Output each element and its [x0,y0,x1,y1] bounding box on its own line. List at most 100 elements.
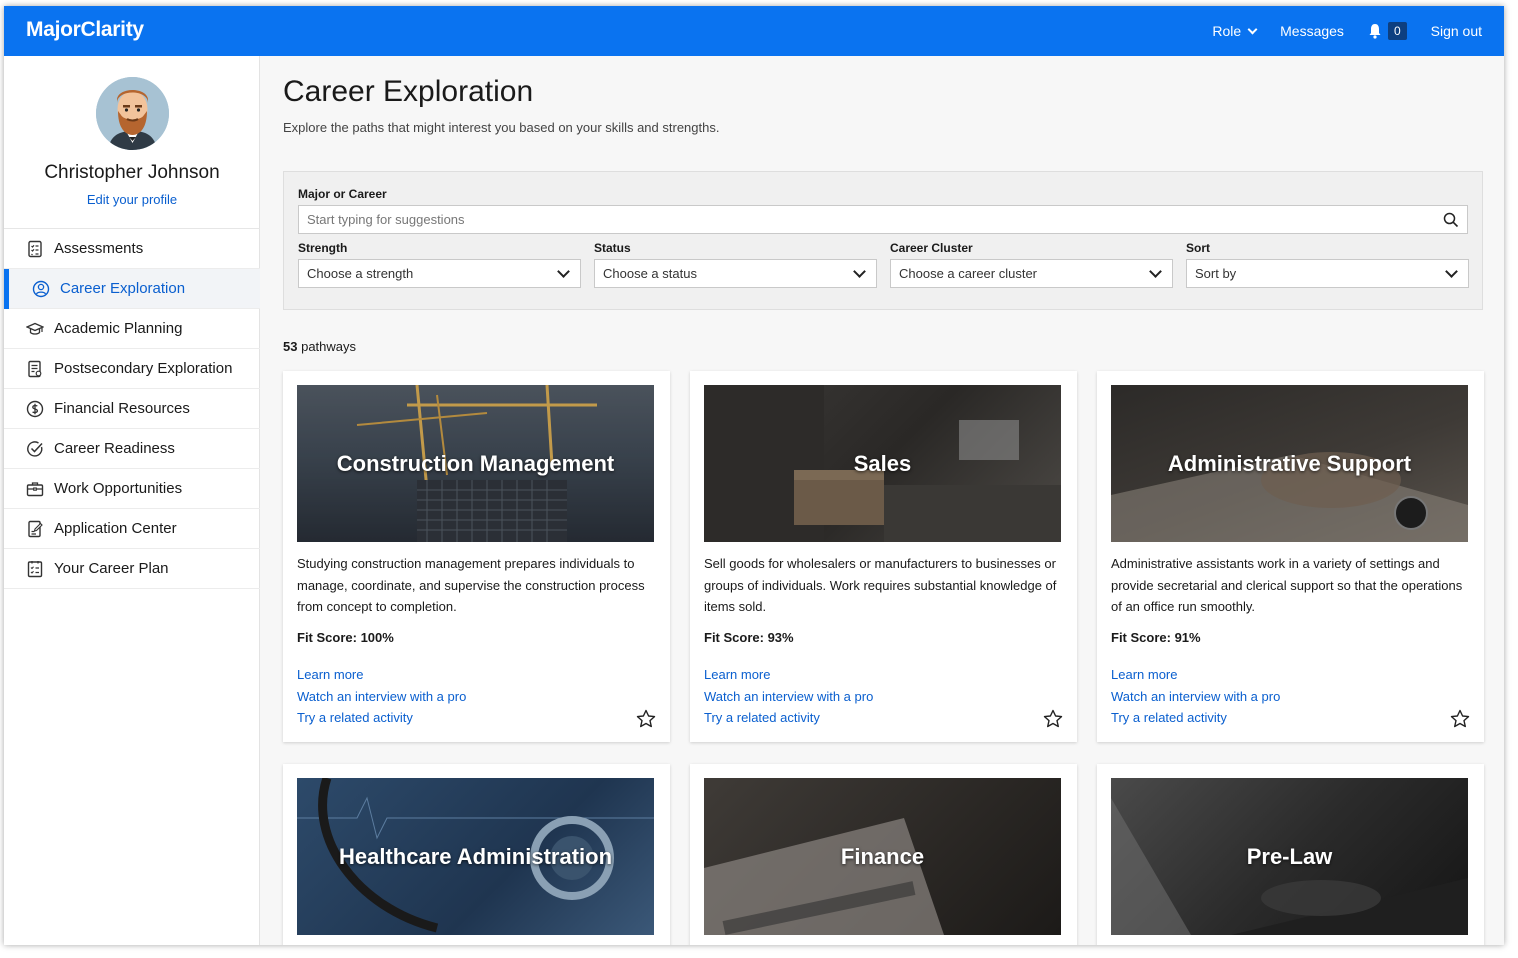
messages-link[interactable]: Messages [1280,23,1344,39]
notification-count-badge: 0 [1387,22,1407,40]
card-description: Administrative assistants work in a vari… [1111,556,1463,614]
card-description: Sell goods for wholesalers or manufactur… [704,556,1057,614]
pathway-count-text: pathways [301,339,357,354]
strength-select[interactable]: Choose a strength [298,259,581,288]
sidebar-item-your-career-plan[interactable]: Your Career Plan [4,549,260,589]
fit-score: Fit Score: 93% [704,630,794,645]
learn-more-link[interactable]: Learn more [704,664,873,686]
pathway-count-number: 53 [283,339,298,354]
fit-score: Fit Score: 100% [297,630,394,645]
pathway-card[interactable]: Administrative Support Administrative as… [1097,371,1484,742]
pathway-card[interactable]: Healthcare Administration [283,764,670,945]
pathway-count: 53 pathways [283,339,356,354]
sidebar-item-label: Career Readiness [54,440,175,457]
card-links: Learn more Watch an interview with a pro… [704,664,873,729]
star-icon[interactable] [636,709,656,729]
filter-panel: Major or Career Strength Choose a streng… [283,171,1483,310]
page-title: Career Exploration [283,75,534,108]
sidebar-item-career-readiness[interactable]: Career Readiness [4,429,260,469]
sidebar-item-label: Your Career Plan [54,560,169,577]
sort-value: Sort by [1195,266,1237,281]
sidebar-item-financial-resources[interactable]: Financial Resources [4,389,260,429]
card-image: Pre-Law [1111,778,1468,935]
related-activity-link[interactable]: Try a related activity [704,707,873,729]
search-icon[interactable] [1443,212,1459,228]
pathway-card[interactable]: Pre-Law [1097,764,1484,945]
sidebar-item-label: Financial Resources [54,400,190,417]
person-circle-icon [32,280,50,297]
sidebar-item-assessments[interactable]: Assessments [4,229,260,269]
chevron-down-icon [1149,265,1162,278]
sidebar-item-postsecondary-exploration[interactable]: Postsecondary Exploration [4,349,260,389]
app-window: MajorClarity Role Messages 0 Sign out Ch… [4,6,1504,945]
related-activity-link[interactable]: Try a related activity [297,707,466,729]
top-nav-links: Role Messages 0 Sign out [1188,6,1482,56]
briefcase-icon [26,481,44,496]
avatar-illustration [96,77,169,150]
avatar[interactable] [96,77,169,150]
card-image: Healthcare Administration [297,778,654,935]
sidebar-item-academic-planning[interactable]: Academic Planning [4,309,260,349]
sort-select[interactable]: Sort by [1186,259,1469,288]
chevron-down-icon [1247,24,1258,34]
career-cluster-select[interactable]: Choose a career cluster [890,259,1173,288]
plan-icon [27,560,43,577]
chevron-down-icon [1445,265,1458,278]
card-image: Administrative Support [1111,385,1468,542]
card-title: Administrative Support [1167,450,1412,476]
pathway-card[interactable]: Sales Sell goods for wholesalers or manu… [690,371,1077,742]
notifications-button[interactable]: 0 [1368,22,1407,40]
career-cluster-value: Choose a career cluster [899,266,1038,281]
brand-logo[interactable]: MajorClarity [26,18,144,42]
star-icon[interactable] [1043,709,1063,729]
strength-label: Strength [298,241,348,255]
chevron-down-icon [557,265,570,278]
learn-more-link[interactable]: Learn more [1111,664,1280,686]
search-label: Major or Career [298,187,387,201]
card-image: Finance [704,778,1061,935]
card-title: Construction Management [336,450,615,476]
sidebar-item-career-exploration[interactable]: Career Exploration [4,269,260,309]
card-description: Studying construction management prepare… [297,556,645,614]
related-activity-link[interactable]: Try a related activity [1111,707,1280,729]
graduation-cap-icon [26,322,44,335]
sidebar-item-label: Assessments [54,240,144,257]
profile-name: Christopher Johnson [44,162,220,183]
sidebar: Christopher Johnson Edit your profile As… [4,56,260,945]
card-title: Healthcare Administration [338,843,613,869]
sidebar-item-label: Academic Planning [54,320,183,337]
star-icon[interactable] [1450,709,1470,729]
search-field[interactable] [298,205,1468,234]
card-title: Pre-Law [1246,843,1333,869]
card-image: Construction Management [297,385,654,542]
sign-out-link[interactable]: Sign out [1431,23,1482,39]
application-icon [28,520,43,537]
learn-more-link[interactable]: Learn more [297,664,466,686]
top-navigation-bar: MajorClarity Role Messages 0 Sign out [4,6,1504,56]
status-value: Choose a status [603,266,697,281]
status-select[interactable]: Choose a status [594,259,877,288]
sort-label: Sort [1186,241,1210,255]
career-cluster-label: Career Cluster [890,241,973,255]
edit-profile-link[interactable]: Edit your profile [4,192,260,207]
status-label: Status [594,241,631,255]
watch-interview-link[interactable]: Watch an interview with a pro [1111,686,1280,708]
role-dropdown[interactable]: Role [1212,23,1258,39]
watch-interview-link[interactable]: Watch an interview with a pro [704,686,873,708]
sidebar-item-label: Postsecondary Exploration [54,360,233,377]
chevron-down-icon [853,265,866,278]
sidebar-item-application-center[interactable]: Application Center [4,509,260,549]
watch-interview-link[interactable]: Watch an interview with a pro [297,686,466,708]
document-icon [28,360,42,377]
sidebar-item-work-opportunities[interactable]: Work Opportunities [4,469,260,509]
sidebar-item-label: Career Exploration [60,280,186,297]
card-links: Learn more Watch an interview with a pro… [1111,664,1280,729]
page-subtitle: Explore the paths that might interest yo… [283,120,720,135]
bell-icon [1369,24,1381,39]
fit-score: Fit Score: 91% [1111,630,1201,645]
pathway-card[interactable]: Construction Management Studying constru… [283,371,670,742]
search-input[interactable] [299,206,1419,233]
pathway-card[interactable]: Finance [690,764,1077,945]
sidebar-menu: Assessments Career Exploration Academic … [4,228,260,589]
main-content: Career Exploration Explore the paths tha… [261,56,1504,945]
